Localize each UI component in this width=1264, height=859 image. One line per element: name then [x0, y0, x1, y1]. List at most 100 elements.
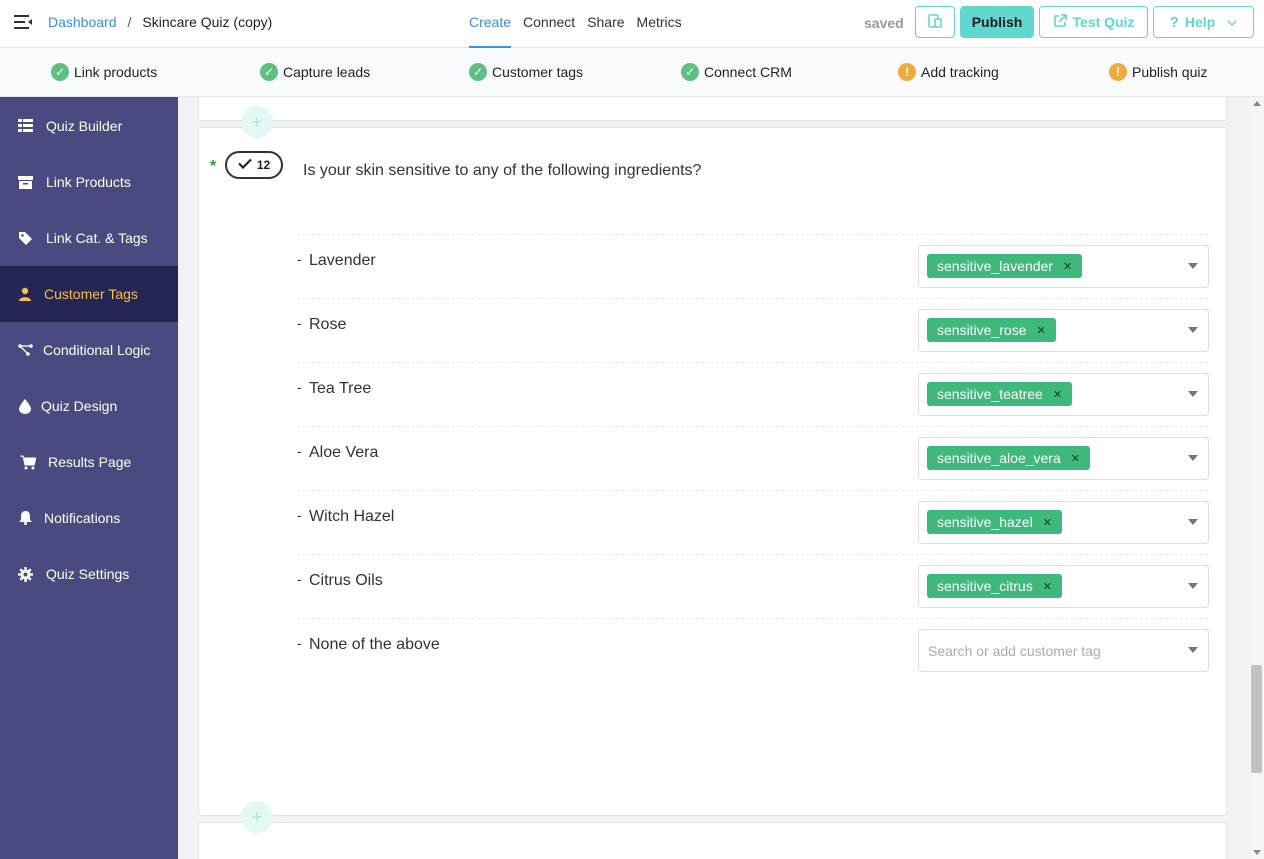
close-icon[interactable]: ✕ [1071, 452, 1080, 465]
step-capture-leads[interactable]: ✓ Capture leads [260, 63, 370, 81]
customer-tag-select[interactable]: sensitive_rose ✕ [918, 309, 1209, 352]
customer-tag-select[interactable]: sensitive_teatree ✕ [918, 373, 1209, 416]
logic-branch-icon [17, 342, 33, 358]
customer-tag-chip: sensitive_hazel ✕ [927, 510, 1062, 534]
answer-row: - Rose sensitive_rose ✕ [297, 298, 1209, 362]
main-tabs: Create Connect Share Metrics [469, 0, 694, 48]
sidebar-item-customer-tags[interactable]: Customer Tags [0, 266, 178, 322]
add-question-button[interactable]: + [241, 801, 273, 833]
grid-list-icon [17, 118, 33, 134]
answer-row: - Aloe Vera sensitive_aloe_vera ✕ [297, 426, 1209, 490]
check-circle-icon: ✓ [681, 63, 699, 81]
sidebar-label: Quiz Builder [46, 118, 123, 134]
step-customer-tags[interactable]: ✓ Customer tags [469, 63, 583, 81]
tag-chip-label: sensitive_aloe_vera [937, 450, 1061, 466]
sidebar-item-link-cat-tags[interactable]: Link Cat. & Tags [0, 210, 178, 266]
close-icon[interactable]: ✕ [1037, 324, 1046, 337]
customer-tag-search-input[interactable]: Search or add customer tag [918, 629, 1209, 672]
sidebar-item-quiz-design[interactable]: Quiz Design [0, 378, 178, 434]
caret-down-icon [1188, 263, 1198, 269]
caret-down-icon [1188, 391, 1198, 397]
plus-icon: + [251, 111, 263, 132]
sidebar-item-quiz-settings[interactable]: Quiz Settings [0, 546, 178, 602]
chevron-down-icon [1227, 14, 1237, 30]
plus-icon: + [251, 806, 263, 827]
sidebar-item-notifications[interactable]: Notifications [0, 490, 178, 546]
answer-label: None of the above [309, 636, 440, 653]
customer-tag-chip: sensitive_teatree ✕ [927, 382, 1073, 406]
top-bar: Dashboard / Skincare Quiz (copy) Create … [0, 0, 1264, 48]
step-link-products[interactable]: ✓ Link products [51, 63, 157, 81]
devices-icon [927, 13, 943, 32]
answer-label: Citrus Oils [309, 572, 383, 589]
sidebar: Quiz Builder Link Products Link Cat. & T… [0, 97, 178, 859]
question-text: Is your skin sensitive to any of the fol… [303, 162, 702, 179]
save-status: saved [864, 15, 904, 31]
scroll-up-arrow-icon[interactable] [1253, 101, 1261, 106]
menu-collapse-icon[interactable] [13, 12, 33, 32]
caret-down-icon [1188, 327, 1198, 333]
step-label: Publish quiz [1132, 64, 1208, 80]
tab-metrics[interactable]: Metrics [637, 0, 682, 48]
breadcrumb-dashboard-link[interactable]: Dashboard [48, 14, 117, 30]
sidebar-item-quiz-builder[interactable]: Quiz Builder [0, 98, 178, 154]
sidebar-label: Conditional Logic [43, 342, 151, 358]
answer-label: Rose [309, 316, 347, 333]
question-number-badge[interactable]: 12 [225, 151, 283, 179]
warning-circle-icon: ! [898, 63, 916, 81]
help-button[interactable]: ? Help [1153, 6, 1254, 38]
step-connect-crm[interactable]: ✓ Connect CRM [681, 63, 792, 81]
publish-button[interactable]: Publish [960, 6, 1034, 38]
previous-question-card [198, 97, 1227, 121]
check-circle-icon: ✓ [51, 63, 69, 81]
close-icon[interactable]: ✕ [1043, 516, 1052, 529]
close-icon[interactable]: ✕ [1063, 260, 1072, 273]
sidebar-label: Link Cat. & Tags [46, 230, 148, 246]
next-question-card [198, 822, 1227, 859]
answer-row: - Citrus Oils sensitive_citrus ✕ [297, 554, 1209, 618]
tag-chip-label: sensitive_lavender [937, 258, 1053, 274]
setup-progress-bar: ✓ Link products ✓ Capture leads ✓ Custom… [0, 48, 1264, 97]
customer-tag-select[interactable]: sensitive_citrus ✕ [918, 565, 1209, 608]
answer-bullet: - [297, 379, 302, 395]
sidebar-item-link-products[interactable]: Link Products [0, 154, 178, 210]
preview-device-button[interactable] [915, 6, 955, 38]
add-question-button[interactable]: + [241, 106, 273, 138]
test-quiz-label: Test Quiz [1072, 14, 1135, 30]
required-marker: * [210, 158, 217, 175]
sidebar-item-results-page[interactable]: Results Page [0, 434, 178, 490]
sidebar-label: Customer Tags [44, 286, 138, 302]
question-card: * 12 Is your skin sensitive to any of th… [198, 127, 1227, 816]
caret-down-icon [1188, 519, 1198, 525]
tab-connect[interactable]: Connect [523, 0, 575, 48]
sidebar-label: Link Products [46, 174, 131, 190]
step-publish-quiz[interactable]: ! Publish quiz [1109, 63, 1208, 81]
tab-share[interactable]: Share [587, 0, 624, 48]
scroll-down-arrow-icon[interactable] [1253, 850, 1261, 855]
breadcrumb-separator: / [127, 14, 132, 30]
step-label: Link products [74, 64, 158, 80]
tag-chip-label: sensitive_rose [937, 322, 1027, 338]
answer-bullet: - [297, 507, 302, 523]
customer-tag-select[interactable]: sensitive_aloe_vera ✕ [918, 437, 1209, 480]
sidebar-item-conditional-logic[interactable]: Conditional Logic [0, 322, 178, 378]
step-label: Capture leads [283, 64, 371, 80]
box-icon [17, 174, 33, 190]
scrollbar-thumb[interactable] [1251, 665, 1262, 773]
step-label: Customer tags [492, 64, 584, 80]
tag-chip-label: sensitive_hazel [937, 514, 1033, 530]
caret-down-icon [1188, 647, 1198, 653]
customer-tag-chip: sensitive_lavender ✕ [927, 254, 1083, 278]
customer-tag-select[interactable]: sensitive_lavender ✕ [918, 245, 1209, 288]
tag-chip-label: sensitive_teatree [937, 386, 1043, 402]
tab-create[interactable]: Create [469, 0, 512, 48]
close-icon[interactable]: ✕ [1043, 580, 1052, 593]
close-icon[interactable]: ✕ [1053, 388, 1062, 401]
answer-bullet: - [297, 443, 302, 459]
answer-label: Witch Hazel [309, 508, 395, 525]
check-circle-icon: ✓ [469, 63, 487, 81]
customer-tag-select[interactable]: sensitive_hazel ✕ [918, 501, 1209, 544]
step-add-tracking[interactable]: ! Add tracking [898, 63, 999, 81]
test-quiz-button[interactable]: Test Quiz [1039, 6, 1148, 38]
page-scrollbar[interactable] [1249, 97, 1264, 859]
